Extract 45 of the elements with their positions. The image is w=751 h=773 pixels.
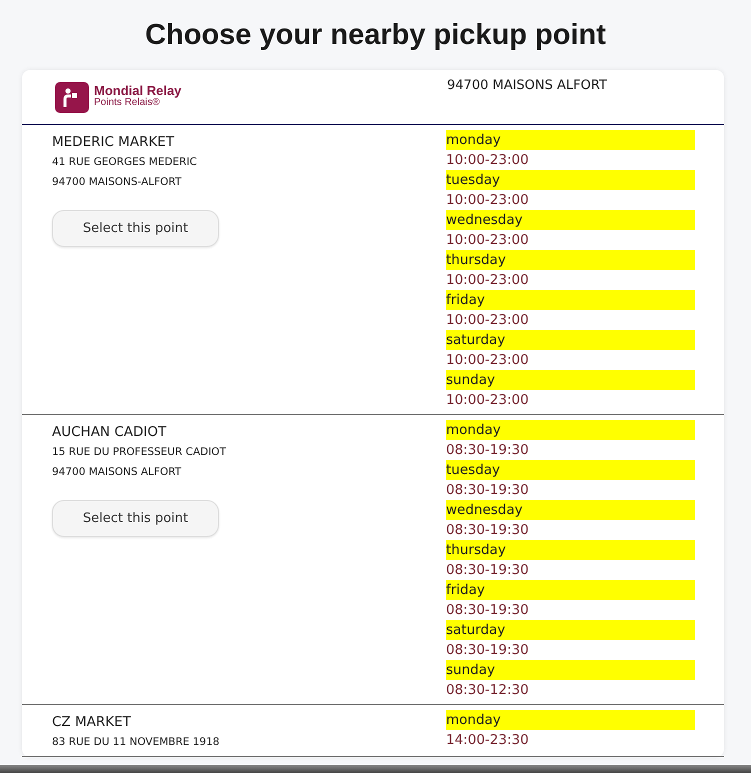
weekday-label: wednesday [446,210,695,230]
logo-tagline: Points Relais® [94,97,160,109]
search-city: 94700 MAISONS ALFORT [447,77,607,95]
weekday-label: tuesday [446,460,695,480]
select-point-button[interactable]: Select this point [52,500,219,537]
point-address: 15 RUE DU PROFESSEUR CADIOT [52,445,226,460]
weekday-label: tuesday [446,170,695,190]
opening-hours: 10:00-23:00 [446,271,530,290]
point-city: 94700 MAISONS-ALFORT [52,175,182,190]
weekday-label: saturday [446,620,695,640]
opening-hours: 14:00-23:30 [446,731,530,750]
weekday-label: friday [446,580,695,600]
weekday-label: sunday [446,370,695,390]
point-address: 41 RUE GEORGES MEDERIC [52,155,197,170]
logo-name: Mondial Relay [94,85,182,97]
weekday-label: monday [446,710,695,730]
weekday-label: monday [446,130,695,150]
select-point-button[interactable]: Select this point [52,210,219,247]
opening-hours: 10:00-23:00 [446,151,530,170]
opening-hours: 10:00-23:00 [446,231,530,250]
opening-hours: 08:30-19:30 [446,481,530,500]
opening-hours: 10:00-23:00 [446,391,530,410]
opening-hours: 08:30-12:30 [446,681,530,700]
weekday-label: sunday [446,660,695,680]
opening-hours: 08:30-19:30 [446,601,530,620]
opening-hours: 10:00-23:00 [446,191,530,210]
point-name: CZ MARKET [52,713,131,732]
opening-hours: 10:00-23:00 [446,351,530,370]
point-address: 83 RUE DU 11 NOVEMBRE 1918 [52,735,220,750]
page-title: Choose your nearby pickup point [144,18,607,53]
point-name: MEDERIC MARKET [52,133,174,152]
opening-hours: 10:00-23:00 [446,311,530,330]
weekday-label: monday [446,420,695,440]
weekday-label: thursday [446,540,695,560]
opening-hours: 08:30-19:30 [446,641,530,660]
opening-hours: 08:30-19:30 [446,521,530,540]
weekday-label: saturday [446,330,695,350]
point-name: AUCHAN CADIOT [52,423,166,442]
point-city: 94700 MAISONS ALFORT [52,465,182,480]
opening-hours: 08:30-19:30 [446,561,530,580]
logo-icon [55,82,89,112]
weekday-label: wednesday [446,500,695,520]
opening-hours: 08:30-19:30 [446,441,530,460]
weekday-label: friday [446,290,695,310]
weekday-label: thursday [446,250,695,270]
